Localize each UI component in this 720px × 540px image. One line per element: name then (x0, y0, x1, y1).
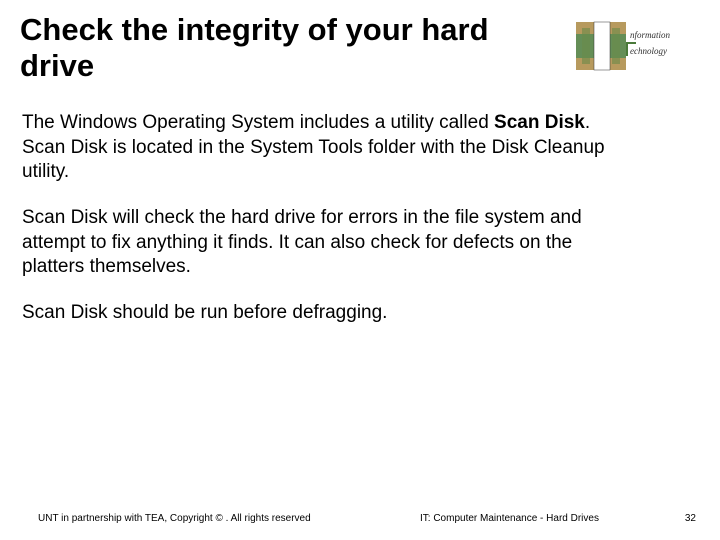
slide-footer: UNT in partnership with TEA, Copyright ©… (0, 513, 720, 524)
slide: Check the integrity of your hard drive n… (0, 0, 720, 540)
footer-page-number: 32 (685, 513, 696, 524)
slide-title: Check the integrity of your hard drive (20, 12, 500, 83)
paragraph-1-pre: The Windows Operating System includes a … (22, 112, 494, 133)
svg-text:nformation: nformation (630, 30, 671, 40)
paragraph-2: Scan Disk will check the hard drive for … (22, 206, 612, 279)
slide-body: The Windows Operating System includes a … (20, 111, 700, 325)
footer-course: IT: Computer Maintenance - Hard Drives (420, 513, 599, 524)
it-logo: nformation echnology (572, 16, 692, 76)
paragraph-3: Scan Disk should be run before defraggin… (22, 301, 612, 325)
information-technology-icon: nformation echnology (572, 16, 692, 76)
paragraph-1: The Windows Operating System includes a … (22, 111, 612, 184)
paragraph-1-bold: Scan Disk (494, 112, 585, 133)
svg-text:echnology: echnology (630, 46, 667, 56)
footer-copyright: UNT in partnership with TEA, Copyright ©… (38, 513, 311, 524)
slide-header: Check the integrity of your hard drive n… (20, 12, 700, 83)
